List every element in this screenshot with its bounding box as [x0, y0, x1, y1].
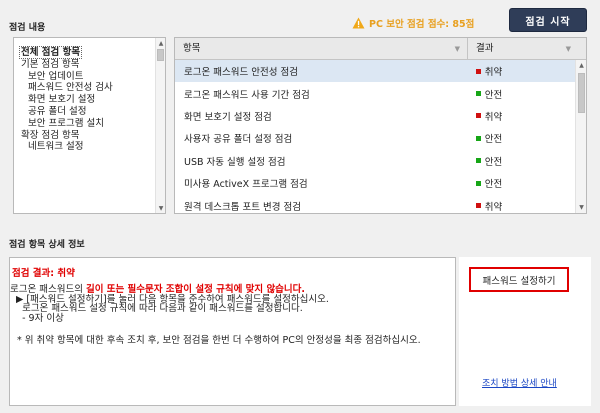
column-header-item-label: 항목 — [183, 43, 201, 54]
row-item-name: 원격 데스크톱 포트 변경 점검 — [184, 201, 301, 213]
table-scroll-thumb[interactable] — [578, 73, 585, 113]
scroll-down-icon[interactable]: ▼ — [156, 203, 165, 213]
status-square-icon — [475, 158, 481, 164]
status-square-icon — [475, 203, 481, 209]
row-item-name: 미사용 ActiveX 프로그램 점검 — [184, 179, 308, 191]
tree-scrollbar[interactable]: ▲ ▼ — [155, 38, 165, 213]
tree-item[interactable]: 보안 업데이트 — [19, 71, 155, 83]
sort-arrow-icon: ▼ — [565, 45, 571, 53]
row-item-name: 로그온 패스워드 사용 기간 점검 — [184, 89, 310, 101]
inspection-result-line: 점검 결과: 취약 — [12, 268, 75, 279]
table-scrollbar[interactable]: ▲ ▼ — [575, 60, 586, 213]
tree-item-label: 네트워크 설정 — [28, 141, 84, 153]
row-result-label: 안전 — [484, 156, 503, 168]
tree-item-label: 보안 프로그램 설치 — [28, 117, 104, 129]
inspection-tree: 전체 점검 항목 기본 점검 항목 보안 업데이트 패스워드 안전성 검사 화면 보호기… — [13, 37, 166, 214]
tree-item[interactable]: 네트워크 설정 — [19, 141, 155, 153]
table-header: 항목 ▼ 결과 ▼ — [175, 38, 586, 60]
follow-up-note: * 위 취약 항목에 대한 후속 조치 후, 보안 점검을 한번 더 수행하여 … — [17, 335, 421, 346]
inspection-results-table: 항목 ▼ 결과 ▼ 로그온 패스워드 안전성 점검 취약 로그온 패스워드 사용 기… — [174, 37, 587, 214]
tree-item-label: 확장 점검 항목 — [21, 129, 80, 141]
start-inspection-button[interactable]: 점검 시작 — [509, 8, 587, 32]
scroll-down-icon[interactable]: ▼ — [576, 202, 586, 213]
tree-item-label: 전체 점검 항목 — [19, 46, 83, 59]
inspection-tree-list: 전체 점검 항목 기본 점검 항목 보안 업데이트 패스워드 안전성 검사 화면 보호기… — [14, 38, 155, 213]
tree-item-label: 패스워드 안전성 검사 — [28, 82, 113, 94]
tree-item[interactable]: 공유 폴더 설정 — [19, 106, 155, 118]
table-row[interactable]: 화면 보호기 설정 점검 취약 — [175, 105, 575, 127]
tree-item[interactable]: 화면 보호기 설정 — [19, 94, 155, 106]
row-result-label: 취약 — [484, 201, 503, 213]
status-square-icon — [475, 91, 481, 97]
status-square-icon — [475, 135, 481, 141]
tree-item[interactable]: 확장 점검 항목 — [19, 130, 155, 142]
remedy-guide-link[interactable]: 조치 방법 상세 안내 — [482, 376, 557, 389]
detail-line-3: 로그온 패스워드 설정 규칙에 따라 다음과 같이 패스워드를 설정합니다. — [10, 303, 303, 314]
tree-item[interactable]: 보안 프로그램 설치 — [19, 118, 155, 130]
column-header-result-label: 결과 — [476, 43, 494, 54]
status-square-icon — [475, 113, 481, 119]
status-square-icon — [475, 180, 481, 186]
detail-info-panel: 점검 결과: 취약 로그온 패스워드의 길이 또는 필수문자 조합이 설정 규칙… — [9, 257, 456, 406]
row-result: 취약 — [466, 109, 575, 123]
table-row[interactable]: USB 자동 실행 설정 점검 안전 — [175, 150, 575, 172]
table-row[interactable]: 로그온 패스워드 사용 기간 점검 안전 — [175, 82, 575, 104]
row-result: 안전 — [466, 131, 575, 145]
tree-item[interactable]: 기본 점검 항목 — [19, 59, 155, 71]
security-score-warning: PC 보안 점검 점수: 85점 — [352, 16, 474, 30]
action-panel: 패스워드 설정하기 조치 방법 상세 안내 — [459, 257, 591, 406]
row-result-label: 취약 — [484, 111, 503, 123]
table-row[interactable]: 미사용 ActiveX 프로그램 점검 안전 — [175, 172, 575, 194]
row-result-label: 취약 — [484, 67, 503, 79]
tree-scroll-thumb[interactable] — [157, 49, 164, 61]
inspection-section-title: 점검 내용 — [9, 23, 46, 33]
tree-item[interactable]: 패스워드 안전성 검사 — [19, 82, 155, 94]
detail-line-4: - 9자 이상 — [10, 312, 64, 324]
row-item-name: 화면 보호기 설정 점검 — [184, 111, 272, 123]
row-result-label: 안전 — [484, 89, 503, 101]
scroll-up-icon[interactable]: ▲ — [576, 60, 586, 71]
security-score-text: PC 보안 점검 점수: 85점 — [369, 19, 475, 30]
warning-icon — [352, 17, 365, 29]
table-row[interactable]: 원격 데스크톱 포트 변경 점검 취약 — [175, 194, 575, 213]
status-square-icon — [475, 68, 481, 74]
tree-item-label: 공유 폴더 설정 — [28, 105, 87, 117]
row-result-label: 안전 — [484, 134, 503, 146]
scroll-up-icon[interactable]: ▲ — [156, 38, 165, 48]
column-header-result[interactable]: 결과 ▼ — [468, 38, 578, 60]
sort-arrow-icon: ▼ — [454, 45, 460, 53]
tree-item-label: 기본 점검 항목 — [21, 58, 80, 70]
tree-item-label: 화면 보호기 설정 — [28, 94, 96, 106]
row-item-name: 사용자 공유 폴더 설정 점검 — [184, 134, 293, 146]
row-result: 취약 — [466, 199, 575, 213]
column-header-item[interactable]: 항목 ▼ — [175, 38, 468, 60]
tree-item[interactable]: 전체 점검 항목 — [19, 46, 155, 59]
table-row[interactable]: 로그온 패스워드 안전성 점검 취약 — [175, 60, 575, 83]
table-body: 로그온 패스워드 안전성 점검 취약 로그온 패스워드 사용 기간 점검 안전 화면 보… — [175, 60, 575, 213]
row-result: 취약 — [466, 64, 575, 78]
row-item-name: 로그온 패스워드 안전성 점검 — [184, 67, 298, 79]
detail-section-title: 점검 항목 상세 정보 — [9, 240, 85, 250]
set-password-button[interactable]: 패스워드 설정하기 — [469, 267, 569, 292]
tree-item-label: 보안 업데이트 — [28, 70, 84, 82]
row-result: 안전 — [466, 87, 575, 101]
row-result-label: 안전 — [484, 179, 503, 191]
table-row[interactable]: 사용자 공유 폴더 설정 점검 안전 — [175, 127, 575, 149]
row-item-name: USB 자동 실행 설정 점검 — [184, 156, 286, 168]
row-result: 안전 — [466, 176, 575, 190]
row-result: 안전 — [466, 154, 575, 168]
